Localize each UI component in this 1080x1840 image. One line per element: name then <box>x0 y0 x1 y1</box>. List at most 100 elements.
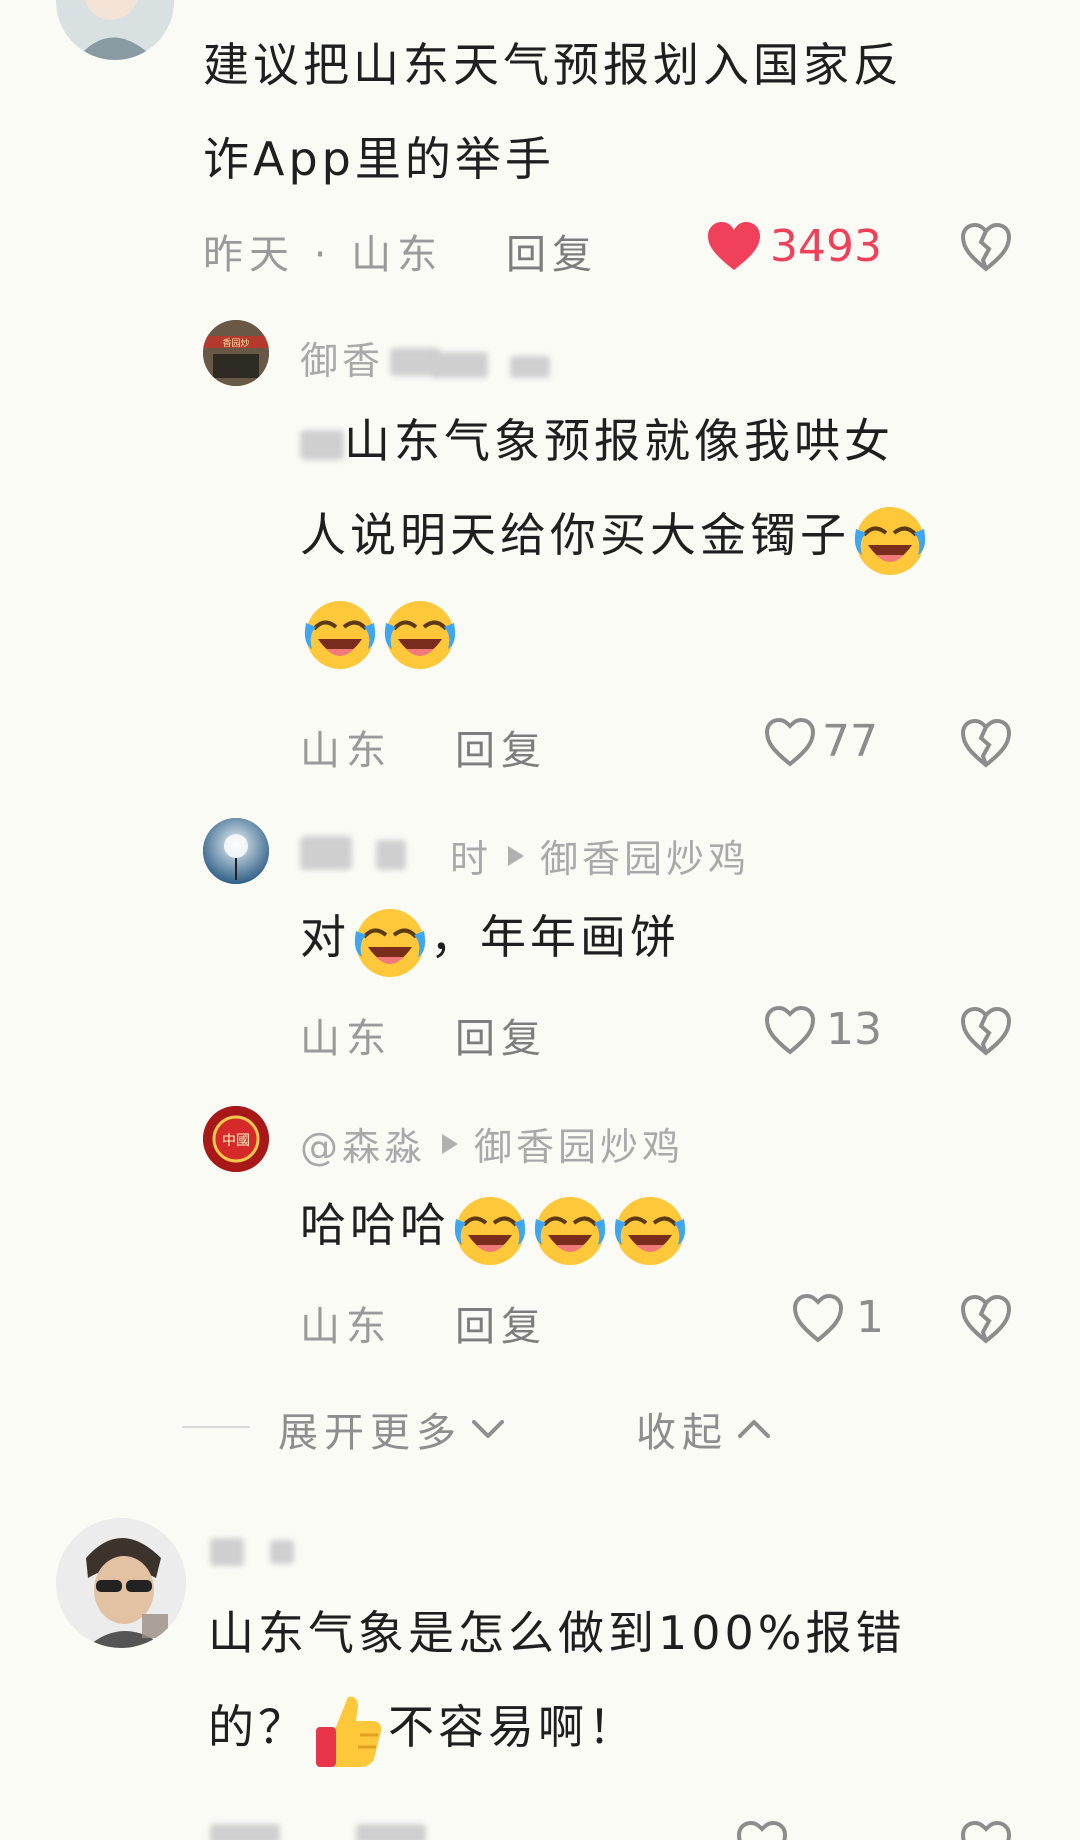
reply-text-content: 对 <box>300 910 350 964</box>
reply-button[interactable]: 回复 <box>455 1294 547 1352</box>
redacted-mention <box>300 429 344 460</box>
like-button[interactable]: 13 <box>764 1004 882 1055</box>
heart-outline-icon <box>792 1293 844 1343</box>
username-suffix[interactable]: 时 <box>450 828 492 883</box>
redacted-name <box>510 356 550 378</box>
thread-divider <box>182 1426 250 1428</box>
dislike-button[interactable] <box>960 1294 1012 1344</box>
chevron-down-icon <box>468 1414 508 1444</box>
comment-meta: 昨天 · 山东 <box>203 222 443 280</box>
avatar-image: 中國 <box>203 1106 269 1172</box>
like-count: 3493 <box>770 220 882 272</box>
avatar-image <box>56 0 174 60</box>
reply-text: 对 ，年年画饼 <box>300 890 680 984</box>
like-count: 77 <box>822 716 878 767</box>
comment-text-content: 的？ <box>208 1700 308 1754</box>
reply-text: 山东气象预报就像我哄女 人说明天给你买大金镯子 <box>300 394 1060 676</box>
comment-text-line: 山东气象是怎么做到100%报错 <box>208 1606 906 1660</box>
reply-to-username[interactable]: 御香园炒鸡 <box>474 1116 684 1171</box>
reply-arrow-icon <box>506 844 526 868</box>
expand-more-label: 展开更多 <box>278 1410 462 1456</box>
location: 山东 <box>300 1304 392 1350</box>
collapse-label: 收起 <box>636 1410 728 1456</box>
timestamp: 昨天 <box>203 232 295 278</box>
reply-header: @森淼 御香园炒鸡 <box>300 1116 684 1171</box>
avatar-image: 香园炒 <box>203 320 269 386</box>
partial-meta-text <box>356 1824 426 1840</box>
avatar-sign-text: 香园炒 <box>222 338 249 349</box>
partial-meta-row <box>0 1810 1080 1840</box>
laughing-crying-emoji-icon <box>530 1189 610 1269</box>
reply-meta: 山东 <box>300 1294 392 1352</box>
broken-heart-icon <box>960 222 1012 272</box>
redacted-name <box>210 1538 244 1566</box>
redacted-name <box>432 352 488 378</box>
location: 山东 <box>351 232 444 278</box>
reply-text-line: 山东气象预报就像我哄女 <box>300 394 1060 488</box>
like-button[interactable]: 1 <box>792 1292 884 1343</box>
thumbs-up-emoji-icon <box>308 1691 388 1771</box>
dot-separator: · <box>313 232 333 278</box>
laughing-crying-emoji-icon <box>610 1189 690 1269</box>
avatar[interactable] <box>203 818 269 884</box>
comment-text-line: 的？ 不容易啊！ <box>208 1680 1048 1774</box>
reply-meta: 山东 <box>300 718 392 776</box>
avatar[interactable]: 中國 <box>203 1106 269 1172</box>
reply-text-content: 人说明天给你买大金镯子 <box>300 508 850 562</box>
laughing-crying-emoji-icon <box>300 593 380 673</box>
broken-heart-icon <box>960 1006 1012 1056</box>
reply-button[interactable]: 回复 <box>455 1006 547 1064</box>
avatar-emblem-text: 中國 <box>222 1133 250 1149</box>
broken-heart-icon <box>960 718 1012 768</box>
laughing-crying-emoji-icon <box>350 901 430 981</box>
like-button[interactable]: 3493 <box>706 220 882 272</box>
laughing-crying-emoji-icon <box>450 1189 530 1269</box>
dislike-button[interactable] <box>960 1006 1012 1056</box>
username[interactable]: 御香 <box>300 330 384 385</box>
reply-arrow-icon <box>440 1132 460 1156</box>
reply-header: 时 御香园炒鸡 <box>450 828 750 883</box>
partial-meta-text <box>210 1824 280 1840</box>
like-button[interactable]: 77 <box>764 716 878 767</box>
username[interactable]: @森淼 <box>300 1116 426 1171</box>
comment-text-line: 建议把山东天气预报划入国家反 <box>203 38 903 92</box>
redacted-name <box>376 840 406 870</box>
redacted-name <box>300 836 352 870</box>
reply-text-line: 人说明天给你买大金镯子 <box>300 488 1060 582</box>
avatar-image <box>56 1518 186 1648</box>
reply-text-content: 哈哈哈 <box>300 1198 450 1252</box>
reply-text: 哈哈哈 <box>300 1178 690 1272</box>
dislike-button[interactable] <box>960 718 1012 768</box>
reply-meta: 山东 <box>300 1006 392 1064</box>
avatar[interactable]: 香园炒 <box>203 320 269 386</box>
avatar-image <box>203 818 269 884</box>
like-count: 13 <box>826 1004 882 1055</box>
reply-text-content: ，年年画饼 <box>430 910 680 964</box>
collapse-button[interactable]: 收起 <box>636 1400 774 1458</box>
location: 山东 <box>300 728 392 774</box>
chevron-up-icon <box>734 1414 774 1444</box>
broken-heart-icon <box>960 1294 1012 1344</box>
dislike-button[interactable] <box>960 222 1012 272</box>
laughing-crying-emoji-icon <box>380 593 460 673</box>
redacted-name <box>270 1540 294 1564</box>
avatar[interactable] <box>56 0 174 60</box>
reply-text-content: 山东气象预报就像我哄女 <box>344 414 894 468</box>
reply-button[interactable]: 回复 <box>455 718 547 776</box>
reply-to-username[interactable]: 御香园炒鸡 <box>540 828 750 883</box>
comment-text: 山东气象是怎么做到100%报错 的？ 不容易啊！ <box>208 1586 1048 1774</box>
broken-heart-icon <box>960 1820 1012 1840</box>
like-count: 1 <box>856 1292 884 1343</box>
reply-text-line <box>300 582 1060 676</box>
comment-text-content: 不容易啊！ <box>388 1700 638 1754</box>
comment-text: 建议把山东天气预报划入国家反 诈App里的举手 <box>203 18 1023 206</box>
reply-button[interactable]: 回复 <box>506 222 598 280</box>
comment-text-line: 诈App里的举手 <box>203 132 555 186</box>
laughing-crying-emoji-icon <box>850 499 930 579</box>
heart-outline-icon <box>764 717 816 767</box>
heart-outline-icon <box>764 1005 816 1055</box>
heart-outline-icon <box>736 1820 788 1840</box>
heart-filled-icon <box>708 222 760 270</box>
expand-more-button[interactable]: 展开更多 <box>278 1400 508 1458</box>
avatar[interactable] <box>56 1518 186 1648</box>
